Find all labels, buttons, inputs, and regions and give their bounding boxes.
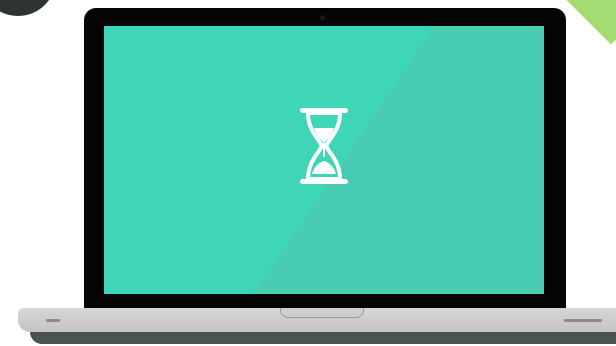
- illustration-scene: [0, 0, 616, 346]
- corner-accent-right: [561, 0, 616, 45]
- port-right: [564, 319, 602, 322]
- port-left: [46, 319, 60, 322]
- hourglass-icon: [300, 108, 348, 184]
- corner-accent-left: [0, 0, 56, 16]
- trackpad-notch: [280, 308, 364, 318]
- laptop-lid: [84, 8, 566, 314]
- laptop-screen: [104, 26, 544, 294]
- laptop-base-shadow: [30, 332, 616, 344]
- webcam-dot: [320, 15, 325, 20]
